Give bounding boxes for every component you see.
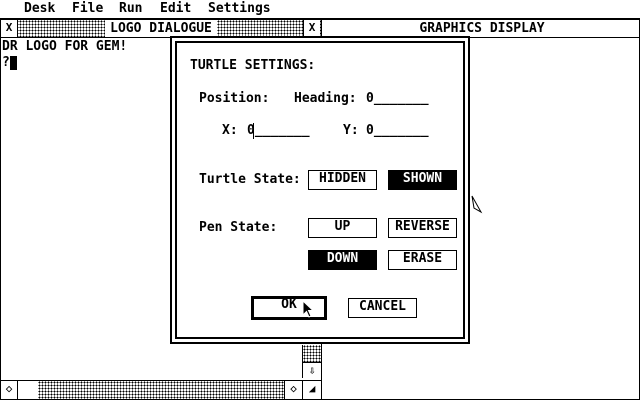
scroll-right-icon[interactable]: ◇ xyxy=(284,381,302,399)
window-title: GRAPHICS DISPLAY xyxy=(402,20,562,37)
turtle-state-label: Turtle State: xyxy=(199,172,301,187)
text-cursor xyxy=(10,56,17,70)
pen-down-button[interactable]: DOWN xyxy=(308,250,377,270)
turtle-settings-dialog: TURTLE SETTINGS: Position: Heading: 0___… xyxy=(170,36,470,344)
dialog-title: TURTLE SETTINGS: xyxy=(190,58,316,73)
shown-button[interactable]: SHOWN xyxy=(388,170,457,190)
pen-erase-button[interactable]: ERASE xyxy=(388,250,457,270)
scroll-left-icon[interactable]: ◇ xyxy=(1,381,18,399)
menu-edit[interactable]: Edit xyxy=(160,1,191,17)
horizontal-scrollbar: ◇ ◇ ◢ xyxy=(1,380,321,399)
pen-state-label: Pen State: xyxy=(199,220,278,235)
position-label: Position: xyxy=(199,91,270,106)
menu-file[interactable]: File xyxy=(72,1,103,17)
cancel-button[interactable]: CANCEL xyxy=(348,298,417,318)
console-line: DR LOGO FOR GEM! xyxy=(2,39,128,54)
scroll-track[interactable] xyxy=(38,381,284,399)
vertical-scrollbar[interactable] xyxy=(302,345,321,362)
menu-desk[interactable]: Desk xyxy=(24,1,55,17)
turtle-icon xyxy=(471,195,483,214)
pen-up-button[interactable]: UP xyxy=(308,218,377,238)
hidden-button[interactable]: HIDDEN xyxy=(308,170,377,190)
window-title: LOGO DIALOGUE xyxy=(105,20,217,37)
menu-bar: Desk File Run Edit Settings xyxy=(0,0,640,19)
menu-run[interactable]: Run xyxy=(119,1,142,17)
x-field[interactable]: 0_______ xyxy=(247,123,310,139)
heading-label: Heading: xyxy=(294,91,357,106)
console-prompt: ? xyxy=(2,55,10,70)
scroll-down-icon[interactable]: ⇩ xyxy=(302,362,321,378)
menu-settings[interactable]: Settings xyxy=(208,1,271,17)
y-label: Y: xyxy=(343,123,359,138)
heading-field[interactable]: 0_______ xyxy=(366,91,429,107)
size-box-icon[interactable]: ◢ xyxy=(302,381,321,399)
scroll-thumb[interactable] xyxy=(18,381,38,399)
close-box-icon[interactable]: X xyxy=(1,20,18,37)
x-label: X: xyxy=(222,123,238,138)
y-field[interactable]: 0_______ xyxy=(366,123,429,139)
mouse-pointer-icon xyxy=(302,300,315,318)
fuller-box-icon[interactable]: X xyxy=(303,20,320,37)
text-cursor xyxy=(253,123,254,139)
pen-reverse-button[interactable]: REVERSE xyxy=(388,218,457,238)
dialog-inner-frame: TURTLE SETTINGS: Position: Heading: 0___… xyxy=(175,41,465,339)
